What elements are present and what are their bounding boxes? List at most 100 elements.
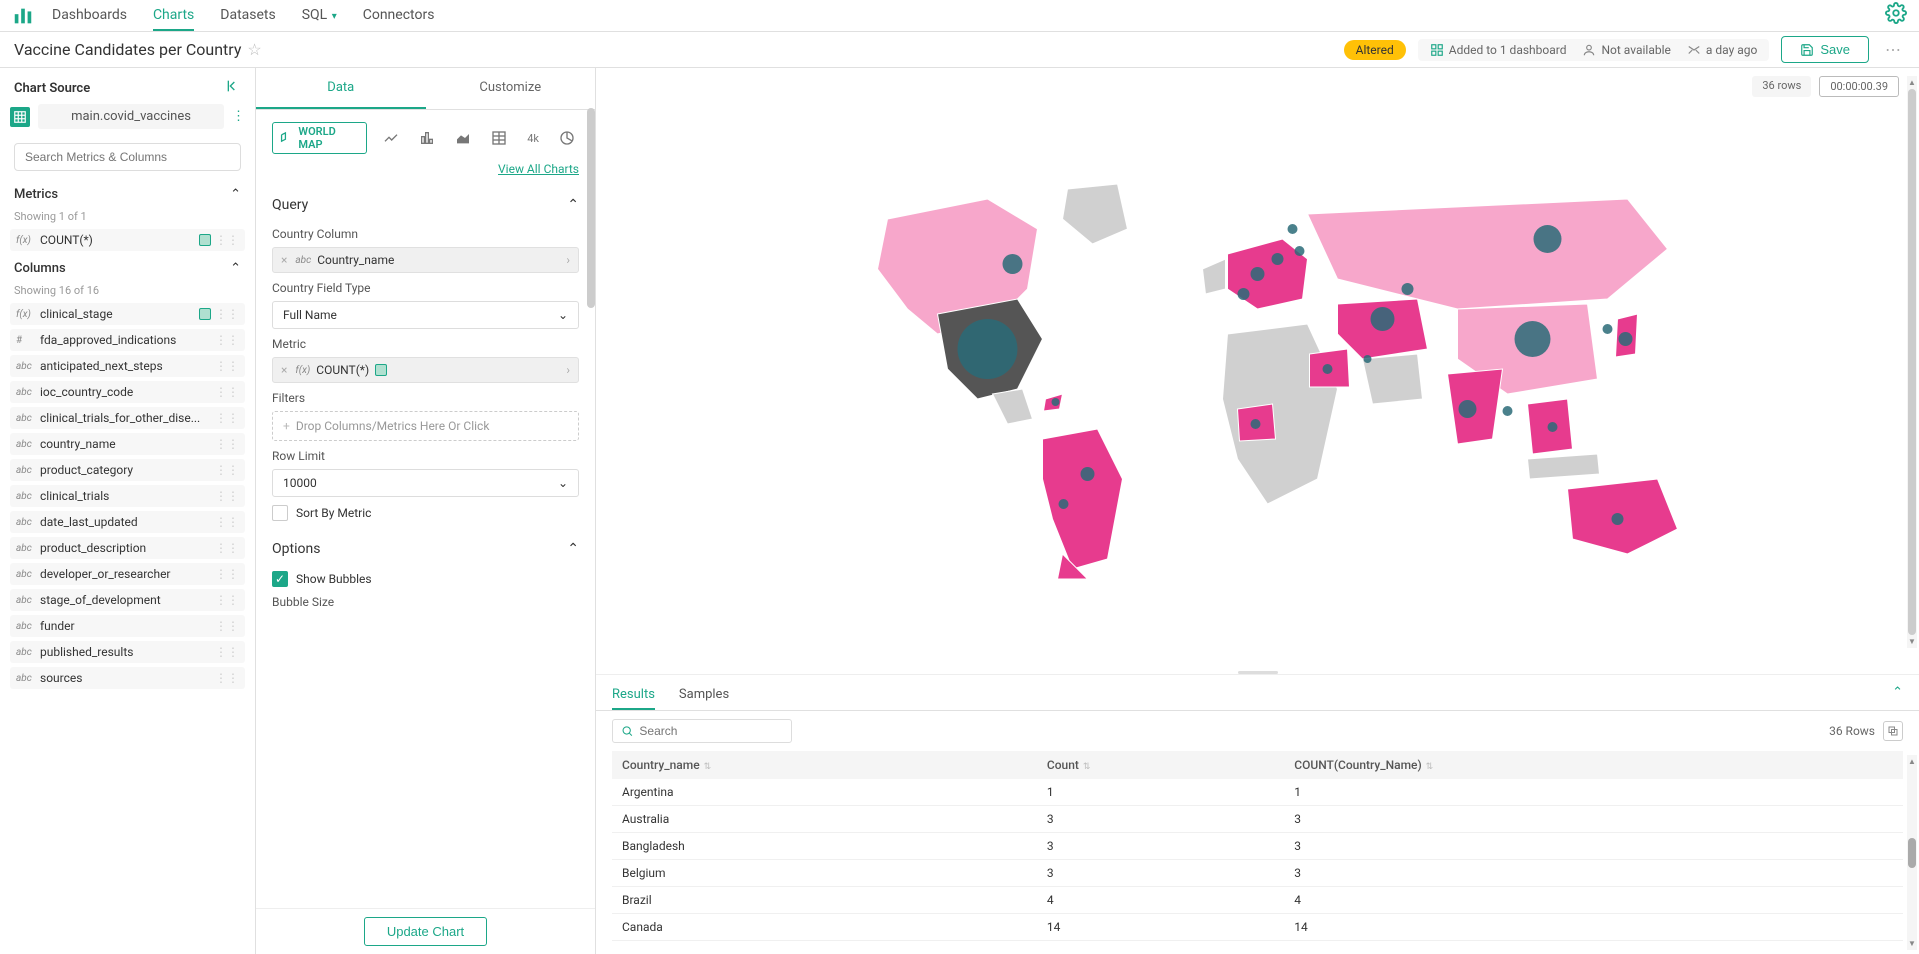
column-item[interactable]: abcsources⋮⋮ (10, 667, 245, 689)
column-item[interactable]: abcclinical_trials_for_other_dise...⋮⋮ (10, 407, 245, 429)
column-item[interactable]: abcioc_country_code⋮⋮ (10, 381, 245, 403)
table-row[interactable]: Brazil44 (612, 887, 1903, 914)
drag-handle-icon[interactable]: ⋮⋮ (215, 619, 239, 633)
metric-chip[interactable]: × f(x) COUNT(*) › (272, 357, 579, 383)
table-header[interactable]: Count⇅ (1037, 751, 1284, 779)
settings-icon[interactable] (1885, 2, 1907, 29)
columns-section-header[interactable]: Columns ⌃ (0, 255, 255, 282)
metrics-section-header[interactable]: Metrics ⌃ (0, 181, 255, 208)
column-item[interactable]: f(x)COUNT(*)⋮⋮ (10, 229, 245, 251)
drag-handle-icon[interactable]: ⋮⋮ (215, 645, 239, 659)
column-item[interactable]: abcproduct_description⋮⋮ (10, 537, 245, 559)
copy-results-icon[interactable] (1883, 721, 1903, 741)
bubble-size-label: Bubble Size (272, 595, 579, 609)
table-header[interactable]: Country_name⇅ (612, 751, 1037, 779)
vertical-scrollbar[interactable]: ▲▼ (1907, 76, 1917, 648)
row-limit-select[interactable]: 10000 ⌄ (272, 469, 579, 497)
dataset-name[interactable]: main.covid_vaccines (38, 104, 224, 129)
tab-samples[interactable]: Samples (679, 681, 729, 710)
drag-handle-icon[interactable]: ⋮⋮ (215, 541, 239, 555)
table-header[interactable]: COUNT(Country_Name)⇅ (1284, 751, 1903, 779)
drag-handle-icon[interactable]: ⋮⋮ (215, 233, 239, 247)
collapse-results-icon[interactable]: ⌃ (1892, 685, 1903, 700)
column-item[interactable]: abcdate_last_updated⋮⋮ (10, 511, 245, 533)
table-row[interactable]: Belgium33 (612, 860, 1903, 887)
column-item[interactable]: abcanticipated_next_steps⋮⋮ (10, 355, 245, 377)
chart-area: 36 rows 00:00:00.39 (596, 68, 1919, 670)
nav-sql[interactable]: SQL ▾ (302, 1, 337, 31)
column-item[interactable]: abcproduct_category⋮⋮ (10, 459, 245, 481)
column-item[interactable]: abcclinical_trials⋮⋮ (10, 485, 245, 507)
drag-handle-icon[interactable]: ⋮⋮ (215, 671, 239, 685)
chevron-up-icon: ⌃ (567, 197, 579, 213)
drag-handle-icon[interactable]: ⋮⋮ (215, 359, 239, 373)
view-all-charts-link[interactable]: View All Charts (498, 162, 579, 176)
dashboard-count[interactable]: Added to 1 dashboard (1430, 43, 1567, 57)
drag-handle-icon[interactable]: ⋮⋮ (215, 333, 239, 347)
viz-area-icon[interactable] (451, 128, 475, 148)
drag-handle-icon[interactable]: ⋮⋮ (215, 437, 239, 451)
results-search-input[interactable] (639, 724, 783, 738)
table-row[interactable]: Canada1414 (612, 914, 1903, 941)
header-meta: Added to 1 dashboard Not available a day… (1418, 39, 1770, 61)
viz-number-icon[interactable]: 4k (523, 130, 543, 147)
query-section-header[interactable]: Query ⌃ (272, 191, 579, 219)
more-options-icon[interactable]: ⋯ (1881, 40, 1905, 59)
filters-dropzone[interactable]: +Drop Columns/Metrics Here Or Click (272, 411, 579, 441)
options-section-header[interactable]: Options ⌃ (272, 535, 579, 563)
table-row[interactable]: Bangladesh33 (612, 833, 1903, 860)
remove-chip-icon[interactable]: × (281, 363, 287, 377)
show-bubbles-checkbox[interactable]: ✓ Show Bubbles (272, 571, 579, 587)
viz-world-map[interactable]: WORLD MAP (272, 122, 367, 154)
table-row[interactable]: Argentina11 (612, 779, 1903, 806)
dataset-options-icon[interactable]: ⋮ (232, 109, 245, 124)
drag-handle-icon[interactable]: ⋮⋮ (215, 307, 239, 321)
country-field-type-select[interactable]: Full Name ⌄ (272, 301, 579, 329)
sort-by-metric-checkbox[interactable]: Sort By Metric (272, 505, 579, 521)
column-item[interactable]: abcstage_of_development⋮⋮ (10, 589, 245, 611)
drag-handle-icon[interactable]: ⋮⋮ (215, 411, 239, 425)
nav-connectors[interactable]: Connectors (363, 1, 435, 31)
chevron-down-icon: ⌄ (558, 476, 568, 490)
drag-handle-icon[interactable]: ⋮⋮ (215, 515, 239, 529)
drag-handle-icon[interactable]: ⋮⋮ (215, 385, 239, 399)
drag-handle-icon[interactable]: ⋮⋮ (215, 463, 239, 477)
drag-handle-icon[interactable]: ⋮⋮ (215, 567, 239, 581)
update-chart-button[interactable]: Update Chart (364, 917, 487, 946)
tab-data[interactable]: Data (256, 68, 426, 109)
drag-handle-icon[interactable]: ⋮⋮ (215, 489, 239, 503)
column-item[interactable]: abcpublished_results⋮⋮ (10, 641, 245, 663)
tab-customize[interactable]: Customize (426, 68, 596, 109)
column-item[interactable]: f(x)clinical_stage⋮⋮ (10, 303, 245, 325)
viz-bar-icon[interactable] (415, 128, 439, 148)
results-search[interactable] (612, 719, 792, 743)
world-map-chart[interactable] (596, 159, 1919, 579)
tab-results[interactable]: Results (612, 681, 655, 710)
nav-datasets[interactable]: Datasets (220, 1, 275, 31)
column-item[interactable]: abccountry_name⋮⋮ (10, 433, 245, 455)
viz-line-icon[interactable] (379, 128, 403, 148)
country-column-chip[interactable]: × abc Country_name › (272, 247, 579, 273)
column-item[interactable]: abcdeveloper_or_researcher⋮⋮ (10, 563, 245, 585)
favorite-star-icon[interactable]: ☆ (247, 40, 261, 59)
altered-badge[interactable]: Altered (1344, 40, 1406, 60)
remove-chip-icon[interactable]: × (281, 253, 287, 267)
nav-dashboards[interactable]: Dashboards (52, 1, 127, 31)
viz-pie-icon[interactable] (555, 128, 579, 148)
country-field-type-label: Country Field Type (272, 281, 579, 295)
table-row[interactable]: Australia33 (612, 806, 1903, 833)
metrics-count: Showing 1 of 1 (0, 208, 255, 229)
search-columns-input[interactable] (14, 143, 241, 171)
drag-handle-icon[interactable]: ⋮⋮ (215, 593, 239, 607)
chevron-up-icon: ⌃ (567, 541, 579, 557)
save-button[interactable]: Save (1781, 36, 1869, 63)
table-scrollbar[interactable]: ▲▼ (1907, 755, 1917, 950)
nav-charts[interactable]: Charts (153, 1, 194, 31)
collapse-panel-icon[interactable] (225, 78, 241, 98)
table-icon (10, 107, 30, 127)
column-item[interactable]: #fda_approved_indications⋮⋮ (10, 329, 245, 351)
viz-table-icon[interactable] (487, 128, 511, 148)
column-item[interactable]: abcfunder⋮⋮ (10, 615, 245, 637)
scrollbar[interactable] (587, 108, 595, 308)
app-logo (12, 5, 34, 27)
